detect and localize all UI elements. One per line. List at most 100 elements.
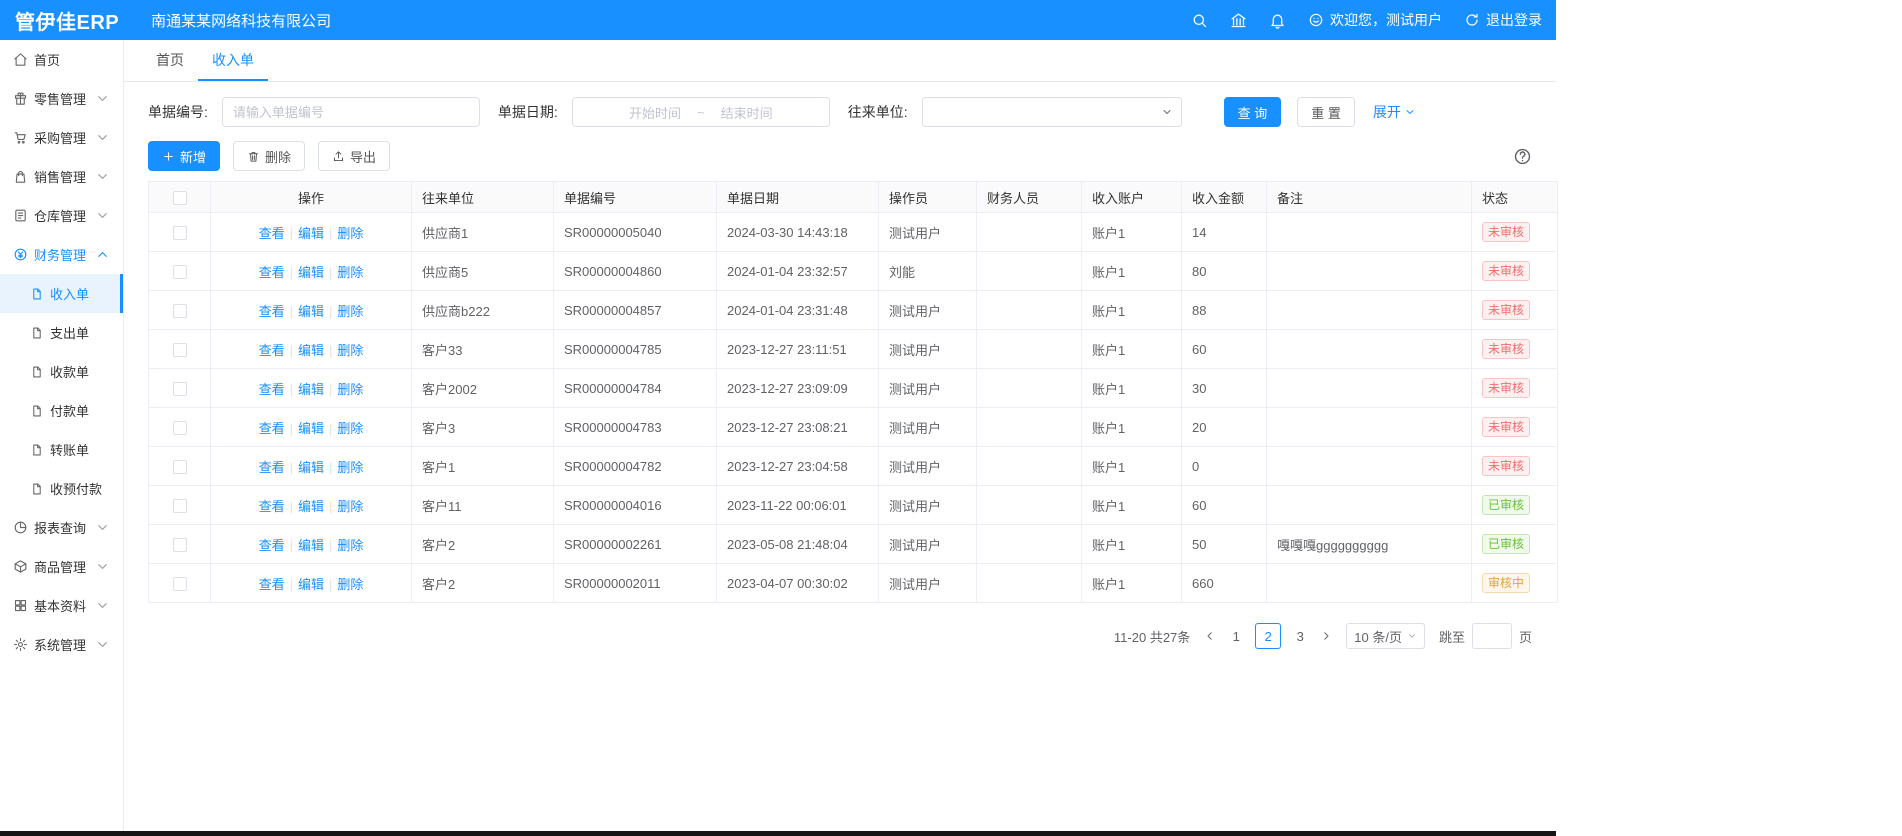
row-checkbox[interactable] — [173, 577, 187, 591]
delete-link[interactable]: 删除 — [337, 382, 363, 397]
sidebar-item-5[interactable]: 财务管理 — [0, 235, 123, 274]
cell-account: 账户1 — [1082, 252, 1182, 291]
cell-bill_no: SR00000004857 — [554, 291, 717, 330]
sidebar-item-1[interactable]: 零售管理 — [0, 79, 123, 118]
sidebar-subitem-5-4[interactable]: 转账单 — [0, 430, 123, 469]
edit-link[interactable]: 编辑 — [298, 577, 324, 592]
delete-link[interactable]: 删除 — [337, 538, 363, 553]
help-icon[interactable] — [1513, 147, 1532, 166]
sidebar-subitem-5-3[interactable]: 付款单 — [0, 391, 123, 430]
next-page-button[interactable] — [1320, 630, 1332, 642]
delete-link[interactable]: 删除 — [337, 343, 363, 358]
tab-0[interactable]: 首页 — [142, 40, 198, 81]
edit-link[interactable]: 编辑 — [298, 499, 324, 514]
reset-button[interactable]: 重 置 — [1297, 97, 1355, 127]
logout-button[interactable]: 退出登录 — [1464, 10, 1542, 30]
logout-text: 退出登录 — [1486, 10, 1542, 30]
cell-partner: 供应商1 — [412, 213, 554, 252]
status-badge: 未审核 — [1482, 261, 1530, 281]
page-button-3[interactable]: 3 — [1287, 623, 1313, 649]
bank-icon[interactable] — [1230, 12, 1247, 29]
sidebar-subitem-5-2[interactable]: 收款单 — [0, 352, 123, 391]
search-button[interactable]: 查 询 — [1224, 97, 1282, 127]
sidebar-subitem-5-5[interactable]: 收预付款 — [0, 469, 123, 508]
edit-link[interactable]: 编辑 — [298, 382, 324, 397]
sidebar-subitem-5-1[interactable]: 支出单 — [0, 313, 123, 352]
edit-link[interactable]: 编辑 — [298, 343, 324, 358]
view-link[interactable]: 查看 — [259, 265, 285, 280]
table-row-8: 查看|编辑|删除客户2SR000000022612023-05-08 21:48… — [149, 525, 1558, 564]
view-link[interactable]: 查看 — [259, 421, 285, 436]
table-header-row: 操作往来单位单据编号单据日期操作员财务人员收入账户收入金额备注状态 — [149, 182, 1558, 213]
delete-link[interactable]: 删除 — [337, 499, 363, 514]
delete-link[interactable]: 删除 — [337, 421, 363, 436]
delete-link[interactable]: 删除 — [337, 304, 363, 319]
sidebar-item-3[interactable]: 销售管理 — [0, 157, 123, 196]
app-logo: 管伊佳ERP — [0, 6, 135, 35]
bill-no-input[interactable] — [222, 97, 480, 127]
view-link[interactable]: 查看 — [259, 577, 285, 592]
delete-link[interactable]: 删除 — [337, 265, 363, 280]
sidebar-item-9[interactable]: 系统管理 — [0, 625, 123, 664]
add-button[interactable]: 新增 — [148, 141, 220, 171]
delete-link[interactable]: 删除 — [337, 460, 363, 475]
sidebar-item-2[interactable]: 采购管理 — [0, 118, 123, 157]
partner-select[interactable] — [922, 97, 1182, 127]
welcome-user[interactable]: 欢迎您，测试用户 — [1308, 10, 1442, 30]
row-checkbox[interactable] — [173, 460, 187, 474]
row-checkbox[interactable] — [173, 343, 187, 357]
page-size-select[interactable]: 10 条/页 — [1346, 623, 1425, 649]
view-link[interactable]: 查看 — [259, 460, 285, 475]
view-link[interactable]: 查看 — [259, 538, 285, 553]
edit-link[interactable]: 编辑 — [298, 265, 324, 280]
edit-link[interactable]: 编辑 — [298, 304, 324, 319]
select-all-checkbox[interactable] — [173, 191, 187, 205]
export-button[interactable]: 导出 — [318, 141, 390, 171]
sidebar-item-label: 商品管理 — [34, 557, 93, 576]
row-checkbox[interactable] — [173, 382, 187, 396]
view-link[interactable]: 查看 — [259, 343, 285, 358]
cell-date: 2024-01-04 23:32:57 — [717, 252, 879, 291]
sidebar-item-label: 基本资料 — [34, 596, 93, 615]
sidebar-item-7[interactable]: 商品管理 — [0, 547, 123, 586]
sidebar-subitem-5-0[interactable]: 收入单 — [0, 274, 123, 313]
bottom-bar — [0, 831, 1556, 836]
doc-icon — [30, 443, 44, 457]
column-header-5: 财务人员 — [977, 182, 1082, 213]
tab-1[interactable]: 收入单 — [198, 40, 268, 81]
view-link[interactable]: 查看 — [259, 304, 285, 319]
row-checkbox[interactable] — [173, 304, 187, 318]
view-link[interactable]: 查看 — [259, 226, 285, 241]
row-checkbox[interactable] — [173, 226, 187, 240]
row-checkbox[interactable] — [173, 265, 187, 279]
row-checkbox[interactable] — [173, 421, 187, 435]
search-icon[interactable] — [1191, 12, 1208, 29]
row-checkbox[interactable] — [173, 538, 187, 552]
prev-page-button[interactable] — [1204, 630, 1216, 642]
edit-link[interactable]: 编辑 — [298, 538, 324, 553]
jump-page-input[interactable] — [1472, 623, 1512, 649]
delete-link[interactable]: 删除 — [337, 577, 363, 592]
page-button-2[interactable]: 2 — [1255, 623, 1281, 649]
sidebar-item-6[interactable]: 报表查询 — [0, 508, 123, 547]
date-range-picker[interactable]: 开始时间 ~ 结束时间 — [572, 97, 830, 127]
sidebar-item-0[interactable]: 首页 — [0, 40, 123, 79]
row-checkbox[interactable] — [173, 499, 187, 513]
edit-link[interactable]: 编辑 — [298, 226, 324, 241]
view-link[interactable]: 查看 — [259, 382, 285, 397]
sidebar-item-4[interactable]: 仓库管理 — [0, 196, 123, 235]
status-badge: 审核中 — [1482, 573, 1530, 593]
expand-link[interactable]: 展开 — [1373, 102, 1416, 122]
edit-link[interactable]: 编辑 — [298, 460, 324, 475]
delete-link[interactable]: 删除 — [337, 226, 363, 241]
sidebar-item-8[interactable]: 基本资料 — [0, 586, 123, 625]
cell-operator: 测试用户 — [879, 369, 977, 408]
table-row-5: 查看|编辑|删除客户3SR000000047832023-12-27 23:08… — [149, 408, 1558, 447]
page-button-1[interactable]: 1 — [1223, 623, 1249, 649]
view-link[interactable]: 查看 — [259, 499, 285, 514]
bell-icon[interactable] — [1269, 12, 1286, 29]
cell-partner: 客户2 — [412, 564, 554, 603]
edit-link[interactable]: 编辑 — [298, 421, 324, 436]
delete-button[interactable]: 删除 — [233, 141, 305, 171]
cell-finance — [977, 408, 1082, 447]
